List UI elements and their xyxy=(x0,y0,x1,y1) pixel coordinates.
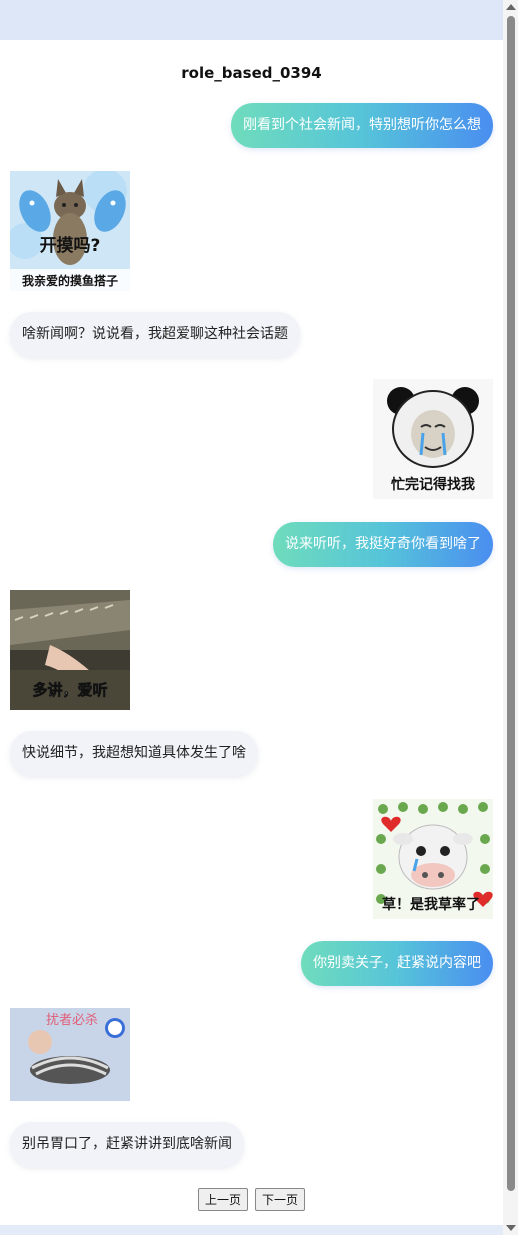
sticker-caption: 我亲爱的摸鱼搭子 xyxy=(22,273,118,288)
message-bubble-received: 啥新闻啊？说说看，我超爱聊这种社会话题 xyxy=(10,312,300,357)
sticker-caption-top: 开摸吗? xyxy=(40,235,101,256)
message-bubble-sent: 说来听听，我挺好奇你看到啥了 xyxy=(273,522,493,567)
sticker-caption: 草！是我草率了 xyxy=(382,896,480,913)
message-bubble-sent: 你别卖关子，赶紧说内容吧 xyxy=(301,941,493,986)
scroll-down-icon[interactable] xyxy=(506,1225,516,1231)
pagination: 上一页 下一页 xyxy=(0,1188,503,1211)
scrollbar[interactable] xyxy=(503,0,518,1235)
sticker-cat-fish: 开摸吗? 我亲爱的摸鱼搭子 xyxy=(7,169,130,291)
next-page-button[interactable]: 下一页 xyxy=(255,1188,306,1211)
sticker-panda-crying: 忙完记得找我 xyxy=(373,379,493,499)
sticker-hand-seeds: 多讲，爱听 xyxy=(10,590,130,710)
sticker-baby-sleeping: 扰者必杀 xyxy=(10,1008,130,1101)
message-bubble-sent: 刚看到个社会新闻，特别想听你怎么想 xyxy=(231,103,493,148)
sticker-caption: 扰者必杀 xyxy=(46,1013,98,1028)
sticker-caption: 忙完记得找我 xyxy=(391,476,475,493)
message-bubble-received: 别吊胃口了，赶紧讲讲到底啥新闻 xyxy=(10,1122,244,1167)
scroll-thumb[interactable] xyxy=(507,16,515,1191)
message-bubble-received: 快说细节，我超想知道具体发生了啥 xyxy=(10,731,258,776)
sticker-caption: 多讲，爱听 xyxy=(32,681,107,699)
prev-page-button[interactable]: 上一页 xyxy=(197,1188,248,1211)
chat-page: role_based_0394 刚看到个社会新闻，特别想听你怎么想 开摸吗? 我… xyxy=(0,40,503,1225)
sticker-cow-crying: 草！是我草率了 xyxy=(373,799,493,919)
page-title: role_based_0394 xyxy=(181,64,322,82)
scroll-up-icon[interactable] xyxy=(506,4,516,10)
